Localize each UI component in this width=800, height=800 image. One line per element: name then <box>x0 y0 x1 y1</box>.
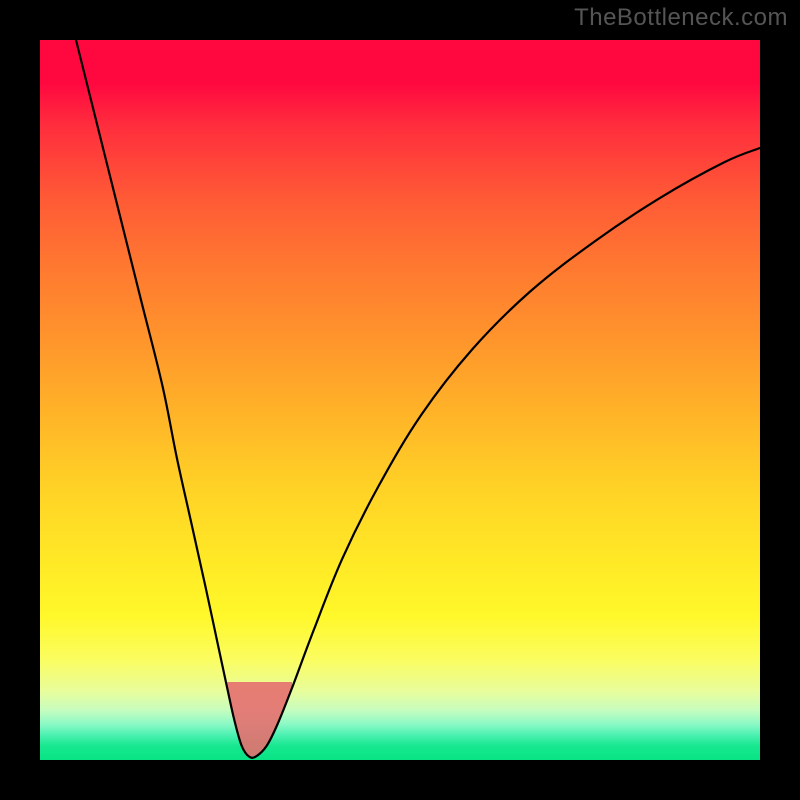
chart-frame: TheBottleneck.com <box>0 0 800 800</box>
bottleneck-curve-path <box>76 40 760 758</box>
valley-fill <box>227 682 292 756</box>
plot-area <box>40 40 760 760</box>
curve-layer <box>40 40 760 760</box>
watermark-text: TheBottleneck.com <box>574 4 788 32</box>
